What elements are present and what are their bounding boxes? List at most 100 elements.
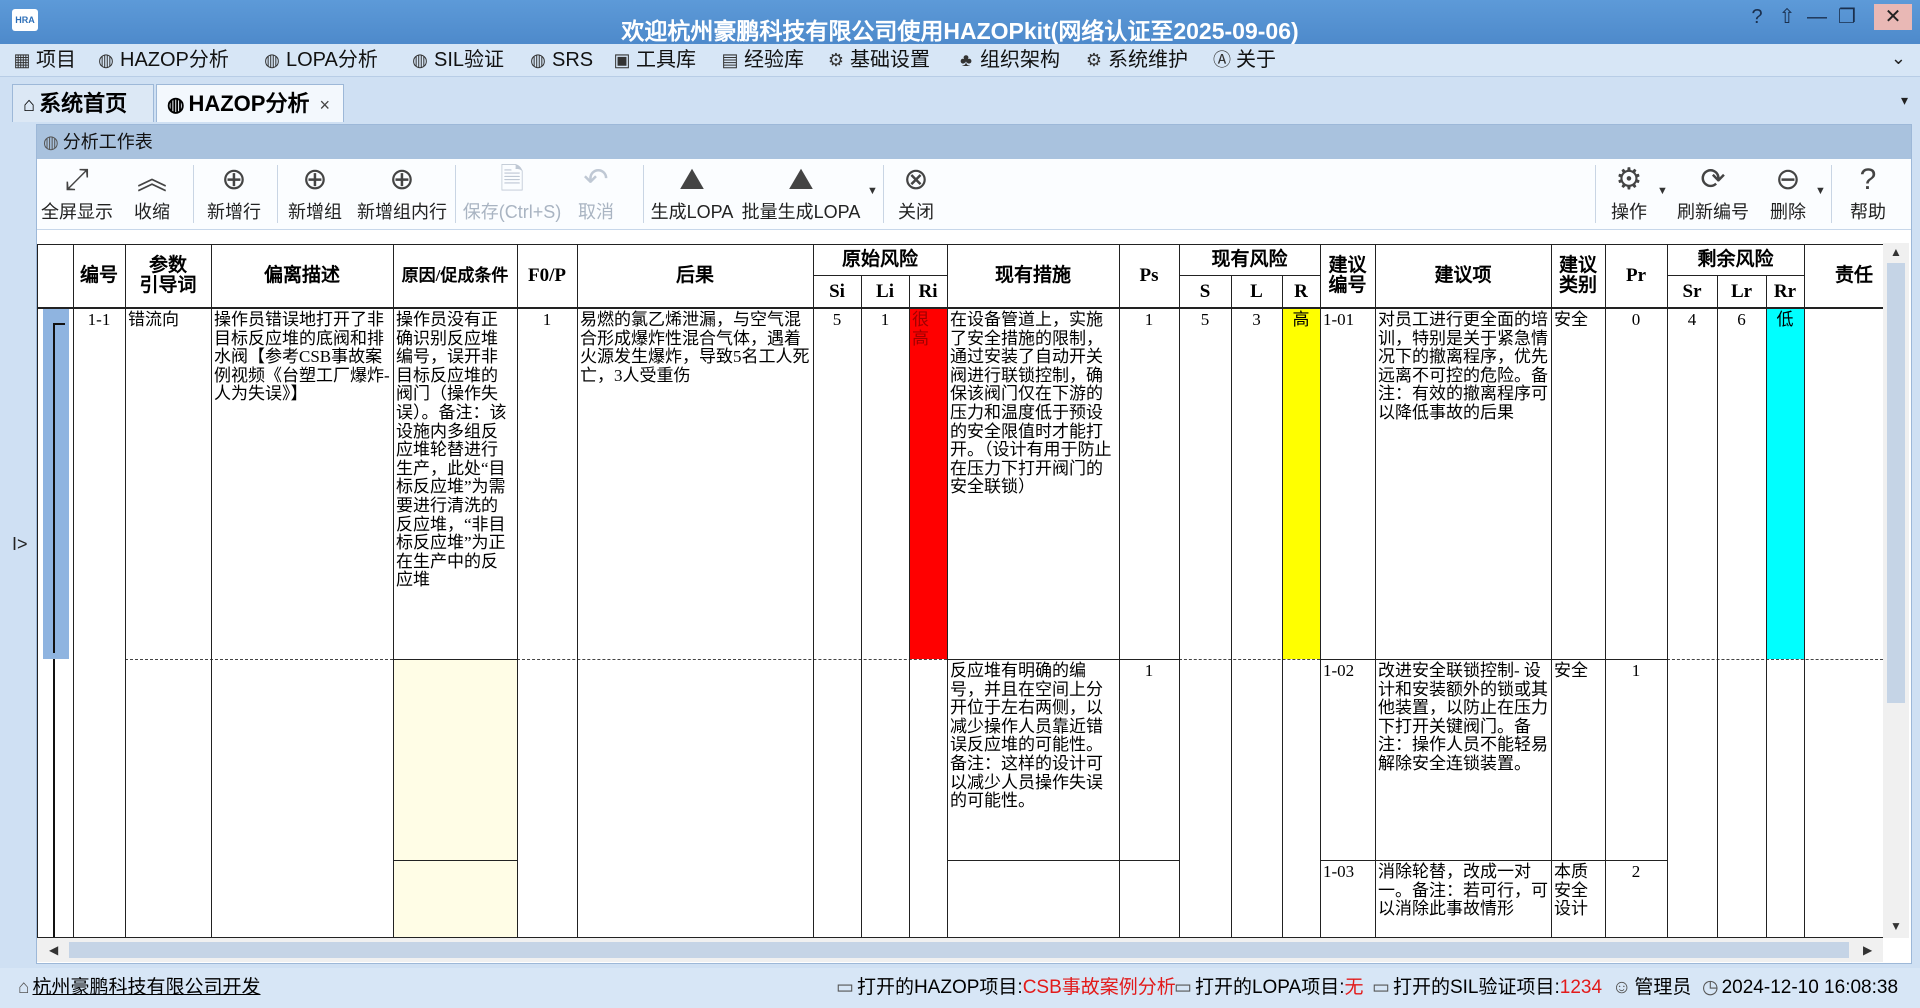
cell-suggestion[interactable]: 改进安全联锁控制- 设计和安装额外的锁或其他装置，以防止在压力下打开关键阀门。备… [1375, 660, 1551, 860]
cell-measure[interactable]: 反应堆有明确的编号，并且在空间上分开位于左右两侧，以减少操作人员靠近错误反应堆的… [947, 660, 1119, 860]
cell-no[interactable]: 1-1 [73, 309, 125, 332]
col-header-suggestion: 建议项 [1375, 245, 1551, 307]
cell-sug-type[interactable]: 安全 [1551, 660, 1605, 683]
delete-dropdown-icon[interactable]: ▼ [1815, 185, 1826, 197]
scroll-right-icon[interactable]: ▶ [1863, 943, 1872, 957]
cell-suggestion[interactable]: 消除轮替，改成一对一。备注：若可行，可以消除此事故情形 [1375, 861, 1551, 937]
grid-line [947, 860, 1179, 861]
cancel-icon: ↶ [583, 163, 609, 196]
maximize-button[interactable]: ❐ [1832, 4, 1862, 30]
cell-pr[interactable]: 2 [1605, 861, 1667, 884]
menu-item-library[interactable]: ▤ 经验库 [720, 47, 804, 73]
menu-item-toolbox[interactable]: ▣ 工具库 [612, 47, 696, 73]
menu-item-hazop[interactable]: ◍ HAZOP分析 [96, 47, 229, 73]
cell-s[interactable]: 5 [1179, 309, 1231, 332]
grid-line [1804, 244, 1805, 938]
cell-measure[interactable]: 在设备管道上，实施了安全措施的限制，通过安装了自动开关阀进行联锁控制，确保该阀门… [947, 309, 1119, 659]
minimize-button[interactable]: — [1802, 4, 1832, 30]
horizontal-scrollbar[interactable]: ◀ ▶ [37, 938, 1883, 962]
tab-close-icon[interactable]: × [319, 95, 330, 115]
close-window-button[interactable]: ✕ [1874, 4, 1912, 30]
menu-expand-chevron-icon[interactable]: ⌄ [1891, 48, 1906, 69]
help-window-icon[interactable]: ? [1742, 4, 1772, 30]
status-hazop-project: ▭ 打开的HAZOP项目:CSB事故案例分析 [836, 977, 1176, 998]
scroll-down-icon[interactable]: ▼ [1890, 919, 1902, 933]
cell-si[interactable]: 5 [813, 309, 861, 332]
menu-item-project[interactable]: ▦ 项目 [12, 47, 76, 73]
tab-home[interactable]: ⌂ 系统首页 [12, 84, 154, 122]
menu-item-srs[interactable]: ◍ SRS [528, 47, 593, 73]
scroll-up-icon[interactable]: ▲ [1890, 245, 1902, 259]
cell-lr[interactable]: 6 [1717, 309, 1766, 332]
batch-generate-lopa-button[interactable]: ⛰ 批量生成LOPA [739, 159, 863, 229]
cell-param[interactable]: 错流向 [125, 309, 211, 332]
add-group-row-button[interactable]: ⊕ 新增组内行 [355, 159, 449, 229]
delete-button[interactable]: ⊖ 删除 [1763, 159, 1813, 229]
generate-lopa-button[interactable]: ⛰ 生成LOPA [649, 159, 735, 229]
fullscreen-button[interactable]: ⤢ 全屏显示 [41, 159, 113, 229]
operate-dropdown-icon[interactable]: ▼ [1657, 185, 1668, 197]
add-group-button[interactable]: ⊕ 新增组 [285, 159, 345, 229]
col-header-sr: Sr [1667, 276, 1717, 307]
menu-item-settings[interactable]: ⚙ 基础设置 [826, 47, 930, 73]
grid-line [1667, 275, 1804, 276]
cell-pr[interactable]: 1 [1605, 660, 1667, 683]
col-header-no: 编号 [73, 245, 125, 307]
refresh-numbering-button[interactable]: ⟳ 刷新编号 [1673, 159, 1753, 229]
cell-ps[interactable]: 1 [1119, 309, 1179, 332]
worksheet-icon: ◍ [43, 132, 59, 152]
menu-item-lopa[interactable]: ◍ LOPA分析 [262, 47, 378, 73]
cell-consequence[interactable]: 易燃的氯乙烯泄漏，与空气混合形成爆炸性混合气体，遇着火源发生爆炸，导致5名工人死… [577, 309, 813, 659]
close-button[interactable]: ⊗ 关闭 [891, 159, 941, 229]
menu-item-sil[interactable]: ◍ SIL验证 [410, 47, 504, 73]
cell-sr[interactable]: 4 [1667, 309, 1717, 332]
menu-item-maintenance[interactable]: ⚙ 系统维护 [1084, 47, 1188, 73]
batch-lopa-dropdown-icon[interactable]: ▼ [867, 185, 878, 197]
cause-empty-cell[interactable] [393, 660, 517, 938]
cell-sug-type[interactable]: 安全 [1551, 309, 1605, 332]
horizontal-scroll-thumb[interactable] [69, 942, 1849, 958]
batch-lopa-icon: ⛰ [788, 163, 814, 196]
vertical-scroll-thumb[interactable] [1887, 263, 1905, 703]
risk-cell-ri[interactable]: 很高 [909, 309, 947, 659]
menu-item-org[interactable]: ♣ 组织架构 [956, 47, 1060, 73]
cell-deviation[interactable]: 操作员错误地打开了非目标反应堆的底阀和排水阀【参考CSB事故案例视频《台塑工厂爆… [211, 309, 393, 659]
col-header-owner: 责任 [1804, 245, 1883, 307]
add-row-button[interactable]: ⊕ 新增行 [203, 159, 265, 229]
help-button[interactable]: ? 帮助 [1841, 159, 1895, 229]
tab-hazop[interactable]: ◍ HAZOP分析 × [156, 84, 344, 122]
risk-cell-r[interactable]: 高 [1282, 309, 1320, 659]
grid-line [125, 244, 126, 938]
grid-line [1551, 244, 1552, 938]
cell-pr[interactable]: 0 [1605, 309, 1667, 332]
tab-dropdown-icon[interactable]: ▾ [1901, 92, 1908, 109]
cell-fp[interactable]: 1 [517, 309, 577, 332]
collapse-button[interactable]: ︽ 收缩 [123, 159, 181, 229]
save-button[interactable]: 🗎 保存(Ctrl+S) [459, 159, 565, 229]
grid-line [947, 244, 948, 938]
operate-button[interactable]: ⚙ 操作 [1601, 159, 1657, 229]
risk-cell-rr[interactable]: 低 [1766, 309, 1804, 659]
cell-l[interactable]: 3 [1231, 309, 1282, 332]
cell-sug-no[interactable]: 1-02 [1320, 660, 1375, 683]
grid-line [1119, 244, 1120, 938]
hazop-icon: ◍ [98, 50, 114, 70]
save-icon: 🗎 [499, 163, 525, 196]
cancel-button[interactable]: ↶ 取消 [571, 159, 621, 229]
scroll-left-icon[interactable]: ◀ [49, 943, 58, 957]
col-header-ps: Ps [1119, 245, 1179, 307]
vertical-scrollbar[interactable]: ▲ ▼ [1883, 243, 1909, 938]
clock-icon: ◷ [1702, 977, 1719, 998]
add-group-icon: ⊕ [302, 163, 328, 196]
cell-sug-type[interactable]: 本质安全设计 [1551, 861, 1605, 937]
cell-li[interactable]: 1 [861, 309, 909, 332]
cell-sug-no[interactable]: 1-01 [1320, 309, 1375, 332]
pin-icon[interactable]: ⇧ [1772, 4, 1802, 30]
cell-suggestion[interactable]: 对员工进行更全面的培训，特别是关于紧急情况下的撤离程序，优先远离不可控的危险。备… [1375, 309, 1551, 659]
cell-ps[interactable]: 1 [1119, 660, 1179, 683]
menu-item-about[interactable]: Ⓐ 关于 [1212, 47, 1276, 73]
cell-sug-no[interactable]: 1-03 [1320, 861, 1375, 884]
side-panel-toggle[interactable]: I> [12, 534, 28, 555]
grid-line [1605, 244, 1606, 938]
cell-cause[interactable]: 操作员没有正确识别反应堆编号，误开非目标反应堆的阀门（操作失误）。备注：该设施内… [393, 309, 517, 659]
